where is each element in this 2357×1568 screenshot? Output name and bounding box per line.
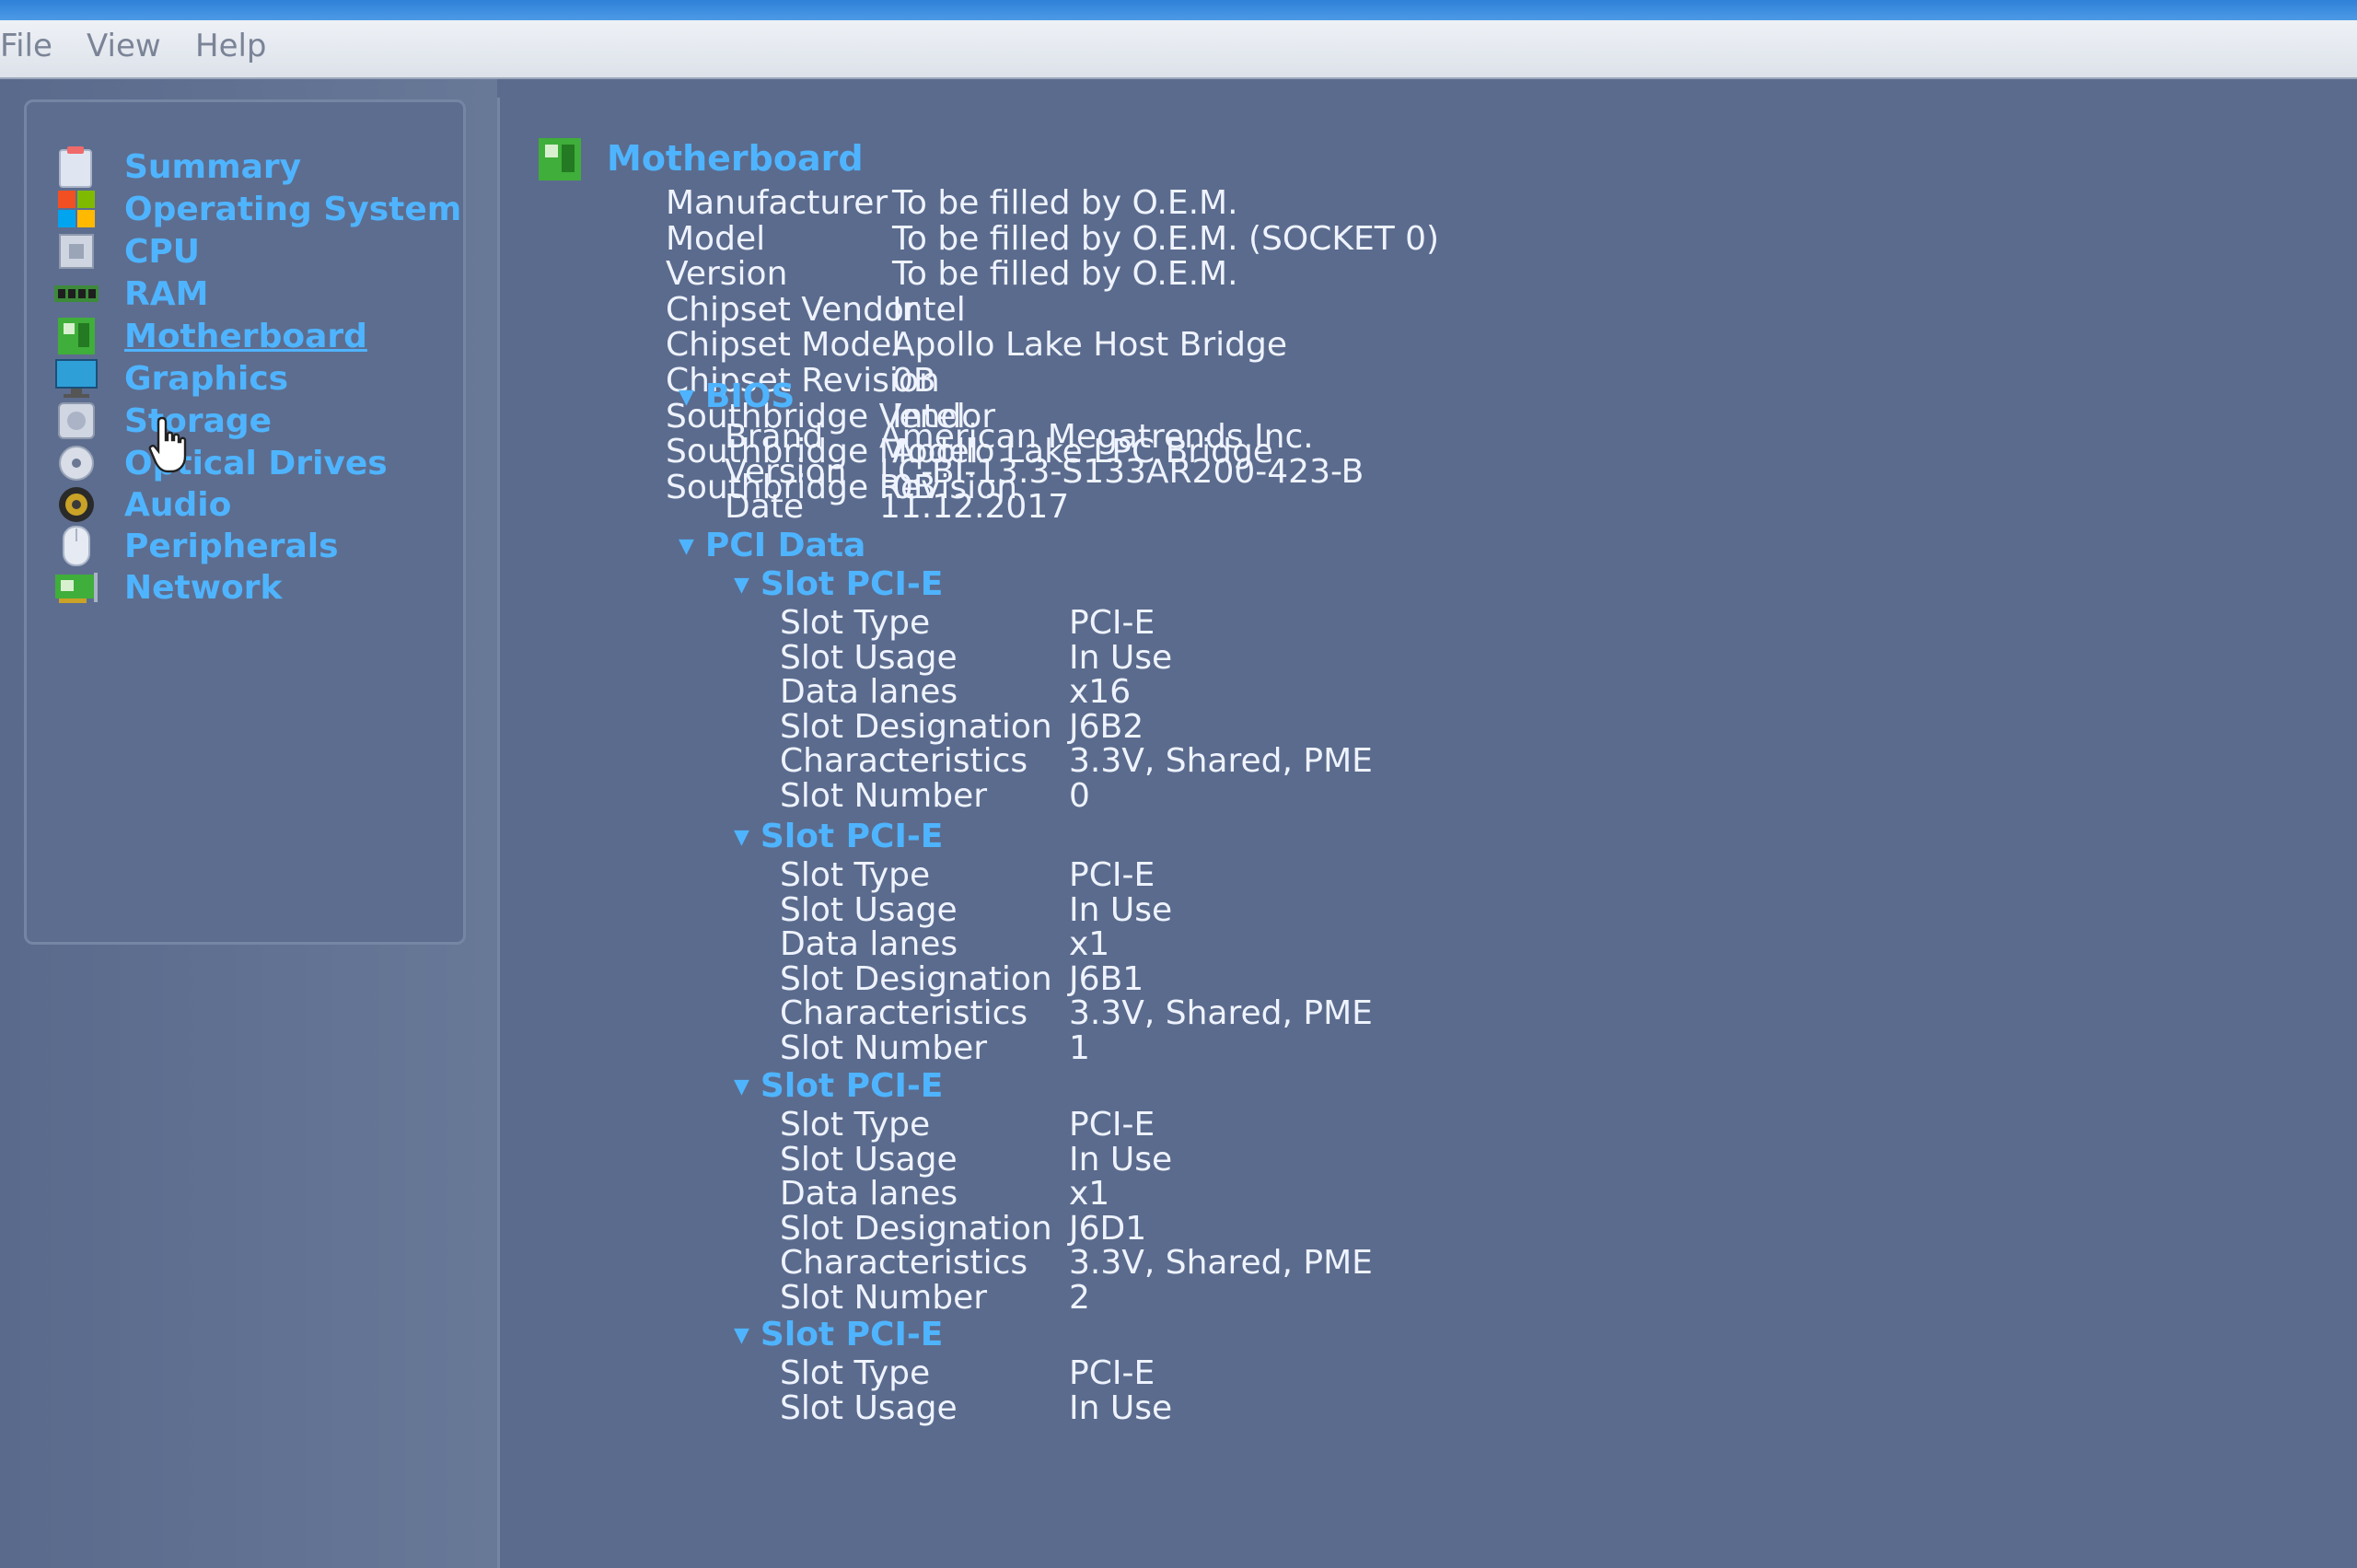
property-value: x16	[1069, 673, 1132, 711]
property-key: Slot Designation	[780, 959, 1052, 998]
property-key: Slot Type	[780, 1106, 931, 1144]
property-value: 3.3V, Shared, PME	[1069, 994, 1373, 1032]
property-key: Version	[725, 453, 847, 491]
property-value: LC-BI-13.3-S133AR200-423-B	[879, 453, 1364, 491]
property-key: Brand	[725, 418, 824, 456]
property-key: Slot Designation	[780, 707, 1052, 746]
tree-node-slot-pci-e[interactable]: ▼ Slot PCI-E	[734, 1316, 943, 1353]
property-value: American Megatrends Inc.	[879, 418, 1314, 456]
property-key: Slot Type	[780, 604, 931, 642]
property-value: 2	[1069, 1278, 1090, 1317]
network-card-icon	[52, 563, 100, 611]
collapse-arrow-icon[interactable]: ▼	[679, 535, 694, 558]
property-key: Chipset Model	[666, 326, 901, 365]
tree-node-slot-pci-e[interactable]: ▼ Slot PCI-E	[734, 565, 943, 603]
property-key: Manufacturer	[666, 184, 888, 222]
title-bar	[0, 0, 2357, 20]
sidebar: Summary Operating System CPU RAM Motherb…	[24, 99, 466, 945]
property-key: Chipset Vendor	[666, 290, 918, 329]
property-value: 0B	[892, 362, 936, 400]
property-value: 1	[1069, 1028, 1090, 1067]
property-value: J6B1	[1069, 959, 1144, 998]
menu-file[interactable]: File	[0, 28, 52, 64]
sidebar-item-label: Network	[124, 568, 283, 607]
property-key: Slot Number	[780, 1028, 988, 1067]
property-value: Apollo Lake Host Bridge	[892, 326, 1288, 365]
property-key: Data lanes	[780, 1175, 958, 1213]
sidebar-item-label: Graphics	[124, 359, 289, 398]
property-value: 0	[1069, 776, 1090, 815]
property-key: Data lanes	[780, 925, 958, 963]
hand-cursor-icon	[148, 416, 187, 473]
property-key: Characteristics	[780, 1244, 1028, 1282]
sidebar-item-label: RAM	[124, 274, 209, 313]
property-key: Slot Usage	[780, 890, 958, 929]
tree-node-label: PCI Data	[704, 527, 866, 564]
property-value: PCI-E	[1069, 1106, 1155, 1144]
property-key: Slot Designation	[780, 1209, 1052, 1248]
property-value: In Use	[1069, 638, 1173, 677]
section-title: Motherboard	[607, 138, 864, 179]
property-value: Intel	[892, 290, 966, 329]
property-value: In Use	[1069, 890, 1173, 929]
property-key: Characteristics	[780, 742, 1028, 780]
property-key: Slot Number	[780, 776, 988, 815]
tree-node-slot-pci-e[interactable]: ▼ Slot PCI-E	[734, 818, 943, 855]
tree-node-label: Slot PCI-E	[760, 818, 944, 855]
collapse-arrow-icon[interactable]: ▼	[734, 826, 749, 849]
property-value: In Use	[1069, 1388, 1173, 1427]
property-value: 3.3V, Shared, PME	[1069, 742, 1373, 780]
collapse-arrow-icon[interactable]: ▼	[679, 386, 694, 409]
sidebar-item-label: Operating System	[124, 190, 462, 228]
motherboard-icon	[539, 138, 581, 180]
tree-node-label: Slot PCI-E	[760, 1067, 944, 1105]
property-key: Model	[666, 219, 766, 258]
property-value: 3.3V, Shared, PME	[1069, 1244, 1373, 1282]
property-key: Slot Type	[780, 1354, 931, 1392]
property-value: To be filled by O.E.M.	[892, 184, 1238, 222]
property-value: x1	[1069, 1175, 1110, 1213]
property-key: Characteristics	[780, 994, 1028, 1032]
collapse-arrow-icon[interactable]: ▼	[734, 574, 749, 597]
property-value: PCI-E	[1069, 856, 1155, 894]
collapse-arrow-icon[interactable]: ▼	[734, 1324, 749, 1347]
menu-help[interactable]: Help	[195, 28, 267, 64]
property-value: J6B2	[1069, 707, 1144, 746]
property-value: In Use	[1069, 1140, 1173, 1179]
property-key: Slot Type	[780, 856, 931, 894]
property-key: Version	[666, 255, 788, 294]
tree-node-label: Slot PCI-E	[760, 1316, 944, 1353]
property-value: PCI-E	[1069, 1354, 1155, 1392]
sidebar-item-label: Motherboard	[124, 317, 367, 355]
menu-view[interactable]: View	[87, 28, 161, 64]
tree-node-pci-data[interactable]: ▼ PCI Data	[679, 527, 865, 564]
property-value: x1	[1069, 925, 1110, 963]
tree-node-label: Slot PCI-E	[760, 565, 944, 603]
property-value: To be filled by O.E.M. (SOCKET 0)	[892, 219, 1440, 258]
tree-node-label: BIOS	[704, 377, 795, 415]
property-key: Slot Usage	[780, 638, 958, 677]
property-value: 11.12.2017	[879, 488, 1070, 526]
collapse-arrow-icon[interactable]: ▼	[734, 1075, 749, 1098]
property-key: Date	[725, 488, 805, 526]
property-key: Slot Usage	[780, 1388, 958, 1427]
property-value: To be filled by O.E.M.	[892, 255, 1238, 294]
details-panel: Motherboard Manufacturer To be filled by …	[497, 98, 2357, 1568]
property-key: Data lanes	[780, 673, 958, 711]
sidebar-item-label: CPU	[124, 232, 201, 271]
property-key: Slot Number	[780, 1278, 988, 1317]
tree-node-bios[interactable]: ▼ BIOS	[679, 377, 795, 415]
property-value: PCI-E	[1069, 604, 1155, 642]
property-value: J6D1	[1069, 1209, 1147, 1248]
sidebar-item-label: Summary	[124, 147, 302, 186]
property-key: Slot Usage	[780, 1140, 958, 1179]
menu-bar: File View Help	[0, 20, 2357, 79]
sidebar-item-network[interactable]: Network	[52, 560, 282, 615]
tree-node-slot-pci-e[interactable]: ▼ Slot PCI-E	[734, 1067, 943, 1105]
